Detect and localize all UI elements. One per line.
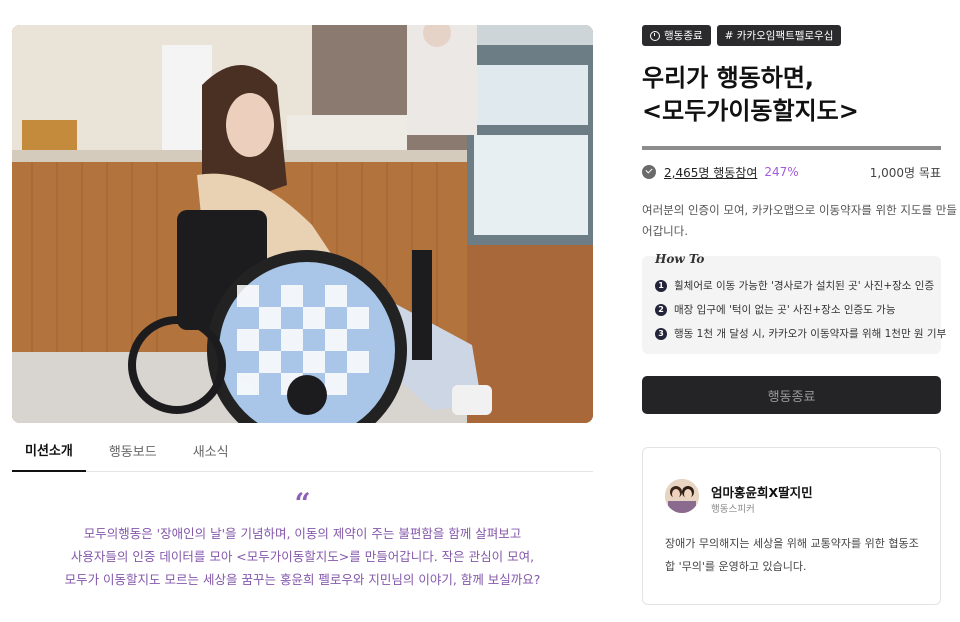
speaker-role: 행동스피커 [711,504,755,515]
step-text: 매장 입구에 '턱이 없는 곳' 사진+장소 인증도 가능 [674,304,896,316]
campaign-description: 여러분의 인증이 모여, 카카오맵으로 이동약자를 위한 지도를 만들 어갑니다… [642,200,957,242]
tab-action-board[interactable]: 행동보드 [96,428,170,472]
avatar [665,479,699,513]
how-to-step: 1 휠체어로 이동 가능한 '경사로가 설치된 곳' 사진+장소 인증 [655,278,934,293]
participants-link[interactable]: 2,465명 행동참여 [664,164,757,181]
speaker-description-line: 장애가 무의해지는 세상을 위해 교통약자를 위한 협동조 [665,537,919,550]
step-number-badge: 2 [655,303,667,316]
goal-count: 1,000명 목표 [869,165,941,180]
clock-icon [650,30,660,41]
quote-icon: “ [294,487,311,520]
quote-line: 모두가 이동할지도 모르는 세상을 꿈꾸는 홍윤희 펠로우와 지민님의 이야기,… [64,572,541,587]
progress-fill [642,146,941,150]
speaker-card: 엄마홍윤희X딸지민 행동스피커 장애가 무의해지는 세상을 위해 교통약자를 위… [642,447,941,605]
step-text: 휠체어로 이동 가능한 '경사로가 설치된 곳' 사진+장소 인증 [674,280,935,292]
step-number-badge: 3 [655,327,667,340]
campaign-badges: 행동종료 # 카카오임팩트펠로우십 [642,25,842,46]
achievement-percent: 247% [764,165,799,179]
tab-mission-intro[interactable]: 미션소개 [12,428,86,472]
step-text: 행동 1천 개 달성 시, 카카오가 이동약자를 위해 1천만 원 기부 [674,328,947,340]
how-to-title: How To [655,252,705,266]
speaker-description-line: 합 '무의'를 운영하고 있습니다. [665,560,807,573]
description-line: 어갑니다. [642,224,688,238]
page-title: 우리가 행동하면, <모두가이동할지도> [642,62,942,128]
mission-quote: 모두의행동은 '장애인의 날'을 기념하며, 이동의 제약이 주는 불편함을 함… [12,522,593,591]
tab-news[interactable]: 새소식 [180,428,242,472]
campaign-hero-image [12,25,593,423]
step-number-badge: 1 [655,279,667,292]
title-line: <모두가이동할지도> [642,97,859,125]
how-to-step: 2 매장 입구에 '턱이 없는 곳' 사진+장소 인증도 가능 [655,302,895,317]
status-badge: 행동종료 [642,25,711,46]
participation-progress-bar [642,146,941,150]
mission-tabs: 미션소개 행동보드 새소식 [12,428,593,472]
action-ended-button[interactable]: 행동종료 [642,376,941,414]
description-line: 여러분의 인증이 모여, 카카오맵으로 이동약자를 위한 지도를 만들 [642,203,957,217]
speaker-description: 장애가 무의해지는 세상을 위해 교통약자를 위한 협동조 합 '무의'를 운영… [665,532,925,578]
status-badge-label: 행동종료 [664,30,703,42]
how-to-box: How To 1 휠체어로 이동 가능한 '경사로가 설치된 곳' 사진+장소 … [642,252,946,354]
tag-badge[interactable]: # 카카오임팩트펠로우십 [716,25,842,46]
title-line: 우리가 행동하면, [642,64,815,92]
quote-line: 모두의행동은 '장애인의 날'을 기념하며, 이동의 제약이 주는 불편함을 함… [83,526,522,541]
how-to-step: 3 행동 1천 개 달성 시, 카카오가 이동약자를 위해 1천만 원 기부 [655,326,946,341]
speaker-name: 엄마홍윤희X딸지민 [711,485,813,500]
verified-check-icon [642,165,656,179]
participation-stats: 2,465명 행동참여 247% 1,000명 목표 [642,162,941,182]
quote-line: 사용자들의 인증 데이터를 모아 <모두가이동할지도>를 만들어갑니다. 작은 … [70,549,535,564]
